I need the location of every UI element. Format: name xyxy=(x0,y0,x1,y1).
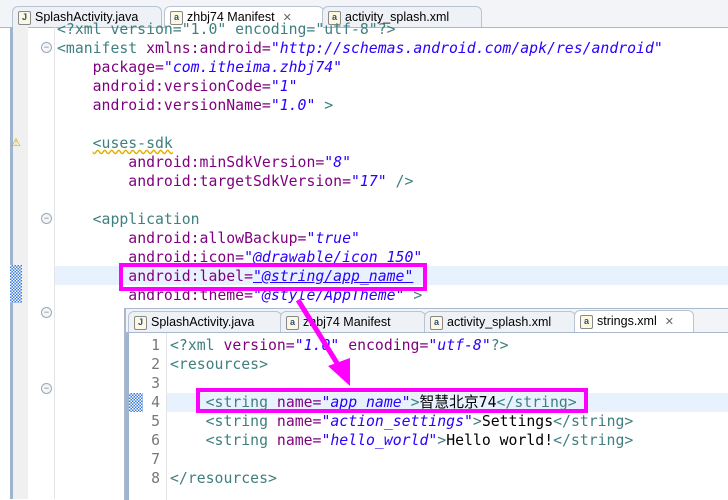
arrow-shaft xyxy=(295,298,343,370)
annotation-arrow xyxy=(295,298,350,386)
arrow-head xyxy=(328,358,350,386)
